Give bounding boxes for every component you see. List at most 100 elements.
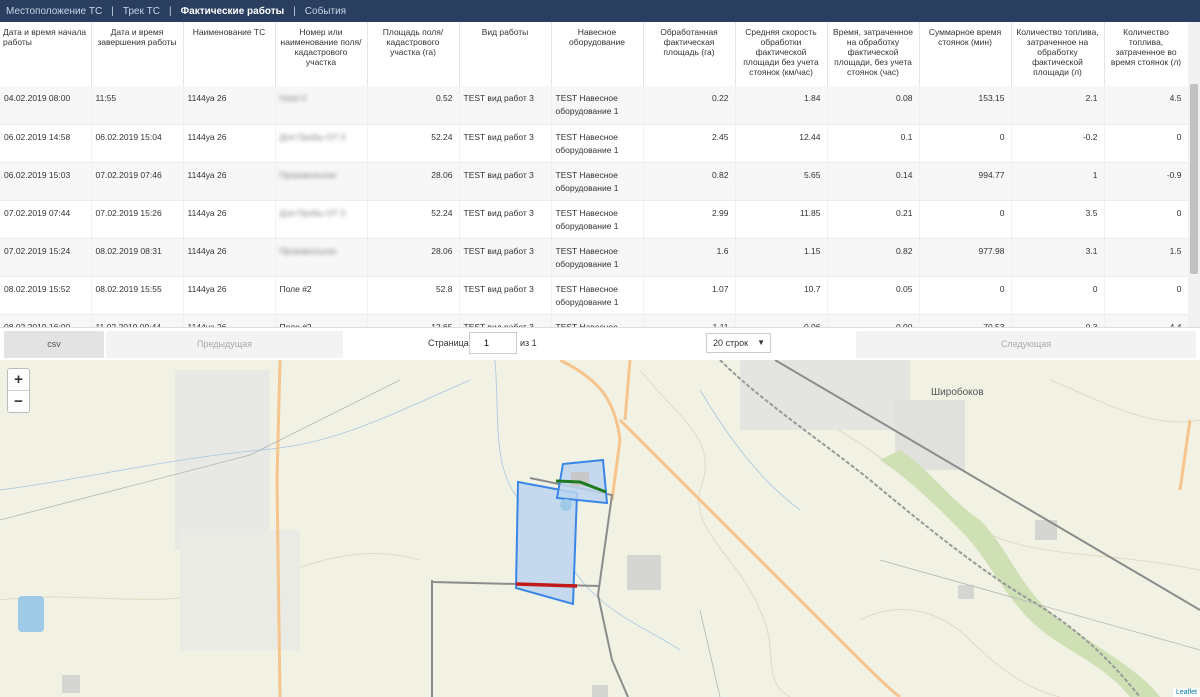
- table-row[interactable]: 06.02.2019 14:58 06.02.2019 15:04 1144уа 2…: [0, 124, 1189, 163]
- table-cell: 0: [1104, 200, 1189, 239]
- table-body: 04.02.2019 08:00 11:55 1144уа 26 Hoist 0 0.5…: [0, 86, 1189, 327]
- csv-export-button[interactable]: csv: [4, 331, 104, 358]
- table-cell: 11:55: [91, 86, 184, 125]
- table-row[interactable]: 07.02.2019 15:24 08.02.2019 08:31 1144уа 2…: [0, 238, 1189, 277]
- table-row[interactable]: 07.02.2019 07:44 07.02.2019 15:26 1144уа 2…: [0, 200, 1189, 239]
- tab-vehicle-track[interactable]: Трек ТС: [123, 6, 160, 17]
- table-cell: 0.08: [827, 86, 920, 125]
- column-header[interactable]: Дата и время завершения работы: [91, 22, 184, 86]
- table-cell: TEST Навесное оборудование 1: [551, 238, 644, 277]
- column-header[interactable]: Количество топлива, затраченное на обраб…: [1011, 22, 1105, 86]
- tab-vehicle-location[interactable]: Местоположение ТС: [6, 6, 102, 17]
- table-cell: -0.2: [1011, 124, 1105, 163]
- previous-page-button[interactable]: Предыдущая: [106, 331, 343, 358]
- building: [958, 585, 974, 599]
- table-cell: 1144уа 26: [183, 162, 276, 201]
- table-cell: 70.53: [919, 314, 1012, 327]
- map-view[interactable]: Leaflet: [0, 360, 1200, 697]
- column-header[interactable]: Обработанная фактическая площадь (га): [643, 22, 736, 86]
- table-cell: 08.02.2019 15:55: [91, 276, 184, 315]
- table-cell: 0.00: [827, 314, 920, 327]
- table-cell: -0.9: [1104, 162, 1189, 201]
- zoom-in-button[interactable]: +: [8, 369, 29, 391]
- water-body: [18, 596, 44, 632]
- table-cell: 0: [919, 200, 1012, 239]
- table-cell: Для Пробы ОТ 3: [275, 124, 368, 163]
- column-header[interactable]: Номер или наименование поля/кадастрового…: [275, 22, 368, 86]
- column-header[interactable]: Наименование ТС: [183, 22, 276, 86]
- caret-down-icon: ▼: [757, 338, 765, 347]
- table-cell: 12.65: [367, 314, 460, 327]
- table-cell: Поле #2: [275, 314, 368, 327]
- table-row[interactable]: 08.02.2019 15:52 08.02.2019 15:55 1144уа 2…: [0, 276, 1189, 315]
- blurred-field-name: Произвольное: [279, 245, 337, 256]
- rows-per-page-select[interactable]: 20 строк ▼: [706, 333, 771, 353]
- table-cell: 52.24: [367, 200, 460, 239]
- table-cell: Поле #2: [275, 276, 368, 315]
- table-cell: TEST вид работ 3: [459, 200, 552, 239]
- grey-area: [175, 370, 270, 550]
- table-cell: 0.05: [827, 276, 920, 315]
- table-cell: 4.5: [1104, 86, 1189, 125]
- table-cell: 0: [919, 124, 1012, 163]
- table-row[interactable]: 08.02.2019 16:00 11.02.2019 09:44 1144уа 2…: [0, 314, 1189, 327]
- column-header[interactable]: Площадь поля/кадастрового участка (га): [367, 22, 460, 86]
- table-scrollbar[interactable]: [1188, 22, 1200, 327]
- table-cell: 4.4: [1104, 314, 1189, 327]
- table-cell: TEST Навесное оборудование 1: [551, 276, 644, 315]
- table-cell: Для Пробы ОТ 3: [275, 200, 368, 239]
- table-cell: 28.06: [367, 238, 460, 277]
- table-header-row: Дата и время начала работы Дата и время з…: [0, 22, 1189, 86]
- table-cell: 12.44: [735, 124, 828, 163]
- table-cell: TEST Навесное оборудование 1: [551, 86, 644, 125]
- table-cell: 08.02.2019 08:31: [91, 238, 184, 277]
- table-cell: TEST Навесное: [551, 314, 644, 327]
- map-attribution[interactable]: Leaflet: [1172, 688, 1200, 697]
- table-cell: 1.84: [735, 86, 828, 125]
- page-label: Страница: [428, 338, 469, 348]
- place-label: Широбоков: [931, 387, 984, 398]
- table-cell: 1.07: [643, 276, 736, 315]
- column-header[interactable]: Навесное оборудование: [551, 22, 644, 86]
- table-cell: 1144уа 26: [183, 238, 276, 277]
- scrollbar-thumb[interactable]: [1190, 84, 1198, 274]
- page-number-input[interactable]: [469, 332, 517, 354]
- column-header[interactable]: Средняя скорость обработки фактической п…: [735, 22, 828, 86]
- table-cell: TEST вид работ 3: [459, 276, 552, 315]
- table-cell: 0.82: [827, 238, 920, 277]
- table-cell: 1144уа 26: [183, 124, 276, 163]
- table-cell: 07.02.2019 07:46: [91, 162, 184, 201]
- tab-actual-works[interactable]: Фактические работы: [181, 6, 285, 17]
- column-header[interactable]: Суммарное время стоянок (мин): [919, 22, 1012, 86]
- column-header[interactable]: Время, затраченное на обработку фактичес…: [827, 22, 920, 86]
- column-header[interactable]: Дата и время начала работы: [0, 22, 92, 86]
- table-cell: TEST вид работ 3: [459, 314, 552, 327]
- tab-events[interactable]: События: [305, 6, 346, 17]
- table-cell: 07.02.2019 15:24: [0, 238, 92, 277]
- nav-separator: |: [111, 5, 114, 17]
- table-cell: TEST вид работ 3: [459, 86, 552, 125]
- track-red: [515, 582, 578, 588]
- table-cell: 52.24: [367, 124, 460, 163]
- table-cell: 0.21: [827, 200, 920, 239]
- table-cell: 07.02.2019 15:26: [91, 200, 184, 239]
- table-cell: 153.15: [919, 86, 1012, 125]
- table-cell: 1: [1011, 162, 1105, 201]
- blurred-field-name: Для Пробы ОТ 3: [279, 131, 345, 142]
- table-cell: TEST вид работ 3: [459, 124, 552, 163]
- table-row[interactable]: 04.02.2019 08:00 11:55 1144уа 26 Hoist 0 0.5…: [0, 86, 1189, 125]
- streams: [0, 360, 801, 651]
- column-header[interactable]: Вид работы: [459, 22, 552, 86]
- next-page-button[interactable]: Следующая: [856, 331, 1196, 358]
- table-cell: 0: [1104, 276, 1189, 315]
- table-cell: 977.98: [919, 238, 1012, 277]
- table-cell: 0.22: [643, 86, 736, 125]
- top-navigation: Местоположение ТС | Трек ТС | Фактически…: [0, 0, 1200, 22]
- table-cell: TEST вид работ 3: [459, 162, 552, 201]
- water-body: [560, 499, 572, 511]
- table-row[interactable]: 06.02.2019 15:03 07.02.2019 07:46 1144уа 2…: [0, 162, 1189, 201]
- table-cell: 1.15: [735, 238, 828, 277]
- column-header[interactable]: Количество топлива, затраченное во время…: [1104, 22, 1189, 86]
- building: [627, 555, 661, 590]
- zoom-out-button[interactable]: −: [8, 391, 29, 413]
